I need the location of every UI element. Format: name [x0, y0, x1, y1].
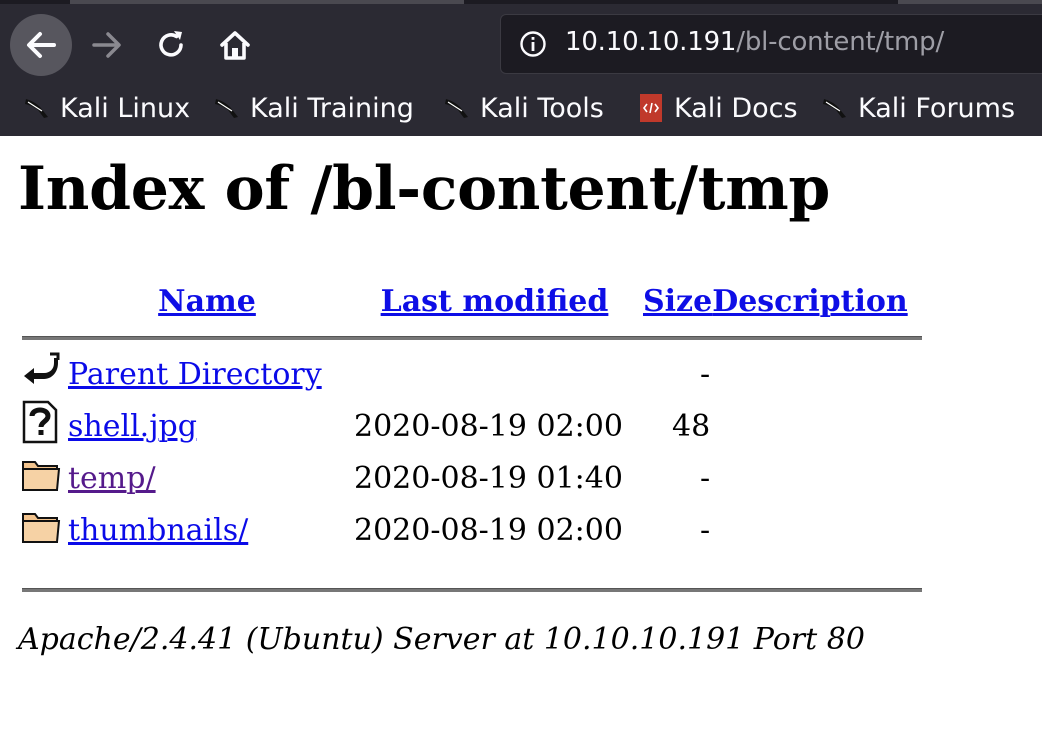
info-icon[interactable]: [519, 30, 547, 58]
url-host: 10.10.10.191: [565, 27, 737, 57]
home-icon: [220, 31, 250, 60]
description-cell: [712, 400, 922, 452]
bookmark-label: Kali Linux: [60, 92, 191, 124]
bookmark-kali-docs[interactable]: Kali Docs: [636, 84, 798, 132]
folder-link[interactable]: thumbnails/: [68, 513, 248, 548]
modified-cell: [346, 348, 643, 400]
parent-directory-link[interactable]: Parent Directory: [68, 357, 322, 392]
bookmark-label: Kali Tools: [480, 92, 604, 124]
size-cell: -: [700, 356, 711, 392]
sort-by-modified-link[interactable]: Last modified: [381, 284, 609, 319]
home-button[interactable]: [204, 14, 266, 76]
reload-button[interactable]: [140, 14, 202, 76]
modified-cell: 2020-08-19 02:00: [354, 512, 623, 548]
tab-edge: [898, 0, 1042, 4]
last-modified-header: Last modified: [346, 276, 643, 326]
name-header: Name: [68, 276, 346, 326]
modified-cell: 2020-08-19 01:40: [354, 460, 623, 496]
name-cell: thumbnails/: [68, 504, 346, 556]
description-cell: [712, 348, 922, 400]
table-row: shell.jpg 2020-08-19 02:00 48: [20, 400, 922, 452]
tab-edge: [70, 0, 464, 4]
tab-strip: [0, 0, 1042, 4]
browser-toolbar: 10.10.10.191/bl-content/tmp/ Kali Linux …: [0, 0, 1042, 136]
description-cell: [712, 504, 922, 556]
bookmark-label: Kali Training: [250, 92, 414, 124]
table-row: temp/ 2020-08-19 01:40 -: [20, 452, 922, 504]
unknown-file-icon: [20, 400, 68, 452]
directory-listing: Name Last modified Size Description Pare…: [20, 276, 923, 602]
kali-dragon-icon: [442, 93, 472, 123]
bookmark-kali-tools[interactable]: Kali Tools: [442, 84, 604, 132]
bookmark-label: Kali Docs: [674, 92, 798, 124]
file-link[interactable]: shell.jpg: [68, 409, 197, 444]
bookmark-kali-forums[interactable]: Kali Forums: [820, 84, 1015, 132]
bookmark-label: Kali Forums: [858, 92, 1016, 124]
divider: [20, 556, 923, 602]
size-cell: -: [700, 512, 711, 548]
description-cell: [712, 452, 922, 504]
name-cell: temp/: [68, 452, 346, 504]
kali-dragon-icon: [820, 93, 850, 123]
name-cell: Parent Directory: [68, 348, 346, 400]
kali-dragon-icon: [22, 93, 52, 123]
kali-dragon-icon: [212, 93, 242, 123]
bookmarks-toolbar: Kali Linux Kali Training Kali Tools Kali…: [0, 84, 1042, 132]
page-content: Index of /bl-content/tmp Name Last modif…: [0, 136, 1042, 738]
kali-docs-icon: [636, 93, 666, 123]
url-text[interactable]: 10.10.10.191/bl-content/tmp/: [565, 27, 944, 57]
divider: [20, 326, 923, 348]
name-cell: shell.jpg: [68, 400, 346, 452]
icon-header: [20, 276, 68, 326]
bookmark-kali-training[interactable]: Kali Training: [212, 84, 414, 132]
size-cell: 48: [672, 408, 711, 444]
header-row: Name Last modified Size Description: [20, 276, 922, 326]
url-path: /bl-content/tmp/: [736, 27, 945, 57]
size-cell: -: [700, 460, 711, 496]
table-row: thumbnails/ 2020-08-19 02:00 -: [20, 504, 922, 556]
address-bar[interactable]: 10.10.10.191/bl-content/tmp/: [500, 14, 1042, 74]
table-row: Parent Directory -: [20, 348, 922, 400]
folder-icon: [20, 504, 68, 556]
arrow-right-icon: [92, 32, 121, 58]
reload-icon: [159, 31, 183, 57]
sort-by-description-link[interactable]: Description: [712, 284, 908, 319]
forward-button[interactable]: [76, 14, 138, 76]
modified-cell: 2020-08-19 02:00: [354, 408, 623, 444]
server-signature: Apache/2.4.41 (Ubuntu) Server at 10.10.1…: [18, 622, 865, 657]
sort-by-size-link[interactable]: Size: [643, 284, 712, 319]
parent-directory-icon: [20, 348, 68, 400]
description-header: Description: [712, 276, 922, 326]
arrow-left-icon: [27, 32, 56, 58]
bookmark-kali-linux[interactable]: Kali Linux: [22, 84, 190, 132]
folder-icon: [20, 452, 68, 504]
size-header: Size: [643, 276, 712, 326]
folder-link[interactable]: temp/: [68, 461, 156, 496]
page-title: Index of /bl-content/tmp: [18, 154, 831, 224]
sort-by-name-link[interactable]: Name: [158, 284, 256, 319]
back-button[interactable]: [10, 14, 72, 76]
